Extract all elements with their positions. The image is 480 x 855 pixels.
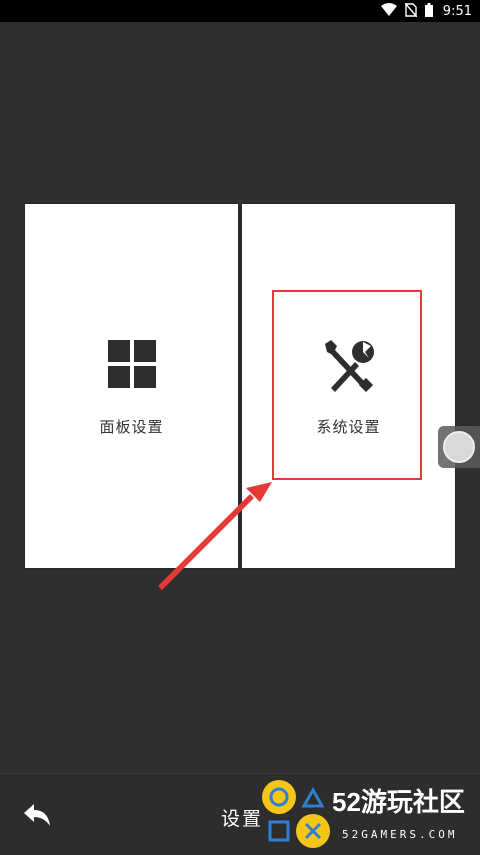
- floating-ball-icon: [443, 431, 475, 463]
- watermark-symbols-icon: [262, 780, 330, 848]
- back-button[interactable]: [22, 804, 54, 828]
- back-arrow-icon: [24, 804, 50, 826]
- watermark-logo: 52游玩社区 52GAMERS.COM: [262, 780, 480, 854]
- page-title: 设置: [221, 808, 264, 830]
- floating-ball-button[interactable]: [438, 426, 480, 468]
- annotation-arrow: [158, 482, 272, 590]
- watermark-subtitle: 52GAMERS.COM: [342, 828, 458, 841]
- watermark-title: 52游玩社区: [332, 787, 465, 817]
